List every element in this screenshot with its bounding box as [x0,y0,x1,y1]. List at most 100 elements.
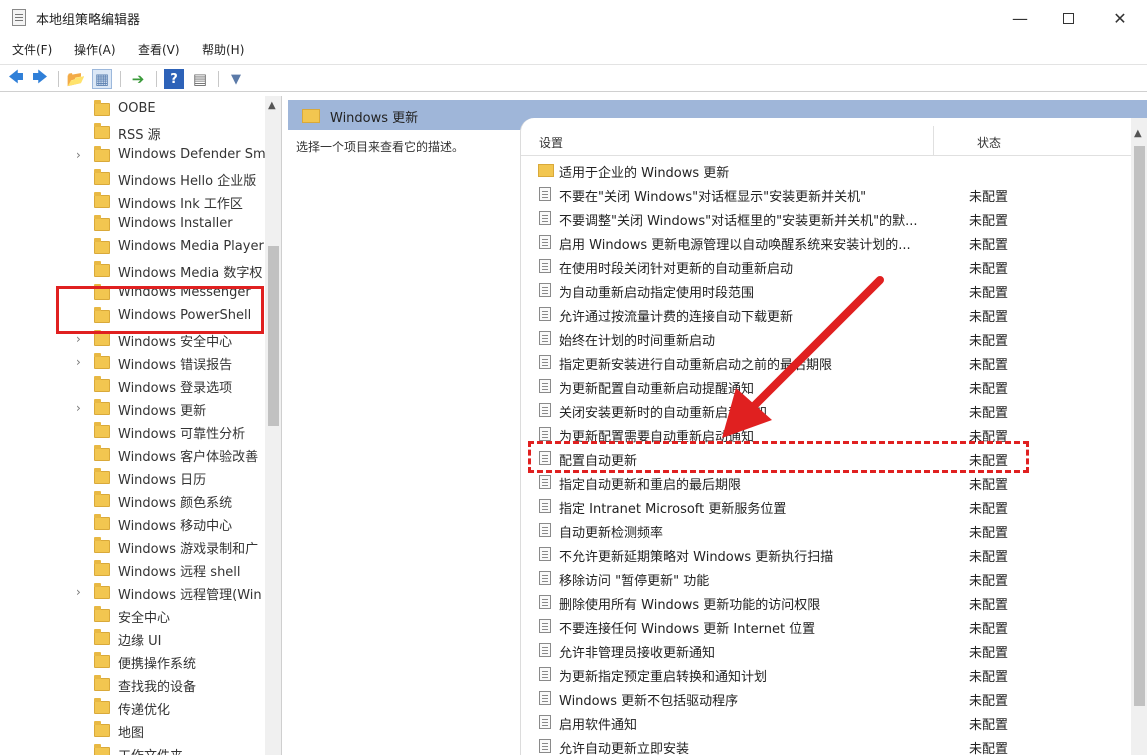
menu-help[interactable]: 帮助(H) [202,41,244,58]
tree-item-label: Windows 游戏录制和广 [118,542,259,557]
tree-item[interactable]: 边缘 UI [0,627,265,650]
setting-row[interactable]: 不要在"关闭 Windows"对话框显示"安装更新并关机" 未配置 [521,182,1131,206]
setting-row[interactable]: 启用 Windows 更新电源管理以自动唤醒系统来安装计划的... 未配置 [521,230,1131,254]
folder-icon [94,422,110,438]
tree-scroll-thumb[interactable] [268,246,279,426]
menu-action[interactable]: 操作(A) [74,41,116,58]
tree-item[interactable]: OOBE [0,98,265,121]
up-folder-icon[interactable]: 📂 [66,69,86,89]
tree-item[interactable]: Windows Ink 工作区 [0,190,265,213]
tree-item[interactable]: Windows Installer [0,213,265,236]
folder-icon [94,376,110,392]
setting-row[interactable]: 移除访问 "暂停更新" 功能 未配置 [521,566,1131,590]
forward-icon[interactable]: 🡆 [30,68,50,89]
folder-icon [94,445,110,461]
column-setting[interactable]: 设置 [539,134,563,151]
tree-item[interactable]: Windows 客户体验改善 [0,443,265,466]
tree-item[interactable]: Windows 颜色系统 [0,489,265,512]
tree-item[interactable]: 便携操作系统 [0,650,265,673]
menu-bar: 文件(F) 操作(A) 查看(V) 帮助(H) [0,38,1147,60]
tree-item-label: Windows Ink 工作区 [118,197,243,212]
expand-chevron-icon[interactable]: › [76,585,81,599]
expand-chevron-icon[interactable]: › [76,148,81,162]
tree-item[interactable]: › Windows 远程管理(Win [0,581,265,604]
tree-item[interactable]: Windows 日历 [0,466,265,489]
tree-item[interactable]: 传递优化 [0,696,265,719]
app-icon [12,9,26,26]
setting-row[interactable]: 删除使用所有 Windows 更新功能的访问权限 未配置 [521,590,1131,614]
setting-row[interactable]: 为更新指定预定重启转换和通知计划 未配置 [521,662,1131,686]
folder-icon [94,491,110,507]
setting-row[interactable]: 允许自动更新立即安装 未配置 [521,734,1131,755]
tree-item-label: 边缘 UI [118,634,162,649]
setting-row[interactable]: 指定自动更新和重启的最后期限 未配置 [521,470,1131,494]
toolbar-separator [58,71,59,87]
menu-view[interactable]: 查看(V) [138,41,180,58]
menu-file[interactable]: 文件(F) [12,41,52,58]
status-label: 未配置 [969,286,1009,301]
policy-icon [539,283,551,297]
maximize-button[interactable] [1045,0,1091,36]
tree-item-label: OOBE [118,101,156,116]
list-scrollbar[interactable]: ▲ [1131,118,1147,755]
tree-item[interactable]: Windows 远程 shell [0,558,265,581]
tree-item[interactable]: Windows 登录选项 [0,374,265,397]
setting-row[interactable]: 自动更新检测频率 未配置 [521,518,1131,542]
tree-item[interactable]: 查找我的设备 [0,673,265,696]
close-button[interactable]: ✕ [1097,0,1143,36]
tree-item-label: Windows 颜色系统 [118,496,233,511]
setting-row[interactable]: 启用软件通知 未配置 [521,710,1131,734]
back-icon[interactable]: 🡄 [6,68,26,89]
policy-icon [539,307,551,321]
tree-item[interactable]: Windows 移动中心 [0,512,265,535]
tree-item[interactable]: 安全中心 [0,604,265,627]
policy-icon [539,595,551,609]
help-icon[interactable]: ? [164,69,184,89]
minimize-button[interactable]: — [997,0,1043,36]
column-separator[interactable] [933,126,934,156]
tree-item[interactable]: 地图 [0,719,265,742]
red-arrow-icon [722,276,884,438]
tree-item[interactable]: Windows 可靠性分析 [0,420,265,443]
setting-row[interactable]: 适用于企业的 Windows 更新 [521,158,1131,182]
folder-icon [94,537,110,553]
expand-chevron-icon[interactable]: › [76,355,81,369]
list-scroll-thumb[interactable] [1134,146,1145,706]
setting-row[interactable]: 指定 Intranet Microsoft 更新服务位置 未配置 [521,494,1131,518]
expand-chevron-icon[interactable]: › [76,332,81,346]
tree-item[interactable]: Windows 游戏录制和广 [0,535,265,558]
folder-icon [94,514,110,530]
setting-row[interactable]: 允许非管理员接收更新通知 未配置 [521,638,1131,662]
scroll-up-icon[interactable]: ▲ [268,100,276,111]
policy-icon [539,235,551,249]
setting-label: 允许非管理员接收更新通知 [559,646,716,661]
tree-item[interactable]: 工作文件夹 [0,742,265,755]
tree-item[interactable]: › Windows 错误报告 [0,351,265,374]
tree-scrollbar[interactable]: ▲ [265,96,281,755]
status-label: 未配置 [969,526,1009,541]
folder-icon [94,261,110,277]
tree-item[interactable]: Windows Media Player [0,236,265,259]
tree-item[interactable]: › Windows 更新 [0,397,265,420]
policy-icon [539,379,551,393]
setting-row[interactable]: 不要调整"关闭 Windows"对话框里的"安装更新并关机"的默... 未配置 [521,206,1131,230]
tree-item[interactable]: › Windows Defender Sm [0,144,266,167]
tree-highlight-box [56,286,264,334]
show-tree-icon[interactable]: ▦ [92,69,112,89]
properties-icon[interactable]: ▤ [190,69,210,89]
tree-item-label: Windows Media 数字权 [118,266,263,281]
export-icon[interactable]: ➔ [128,69,148,89]
expand-chevron-icon[interactable]: › [76,401,81,415]
setting-row[interactable]: 不允许更新延期策略对 Windows 更新执行扫描 未配置 [521,542,1131,566]
scroll-up-icon[interactable]: ▲ [1134,128,1142,139]
setting-row[interactable]: Windows 更新不包括驱动程序 未配置 [521,686,1131,710]
status-label: 未配置 [969,310,1009,325]
tree-item[interactable]: Windows Hello 企业版 [0,167,265,190]
tree-item[interactable]: RSS 源 [0,121,265,144]
tree-item-label: 查找我的设备 [118,680,197,695]
tree-item[interactable]: Windows Media 数字权 [0,259,265,282]
filter-icon[interactable]: ▼ [226,69,246,89]
setting-row[interactable]: 不要连接任何 Windows 更新 Internet 位置 未配置 [521,614,1131,638]
folder-icon [94,353,110,369]
column-status[interactable]: 状态 [977,134,1001,151]
